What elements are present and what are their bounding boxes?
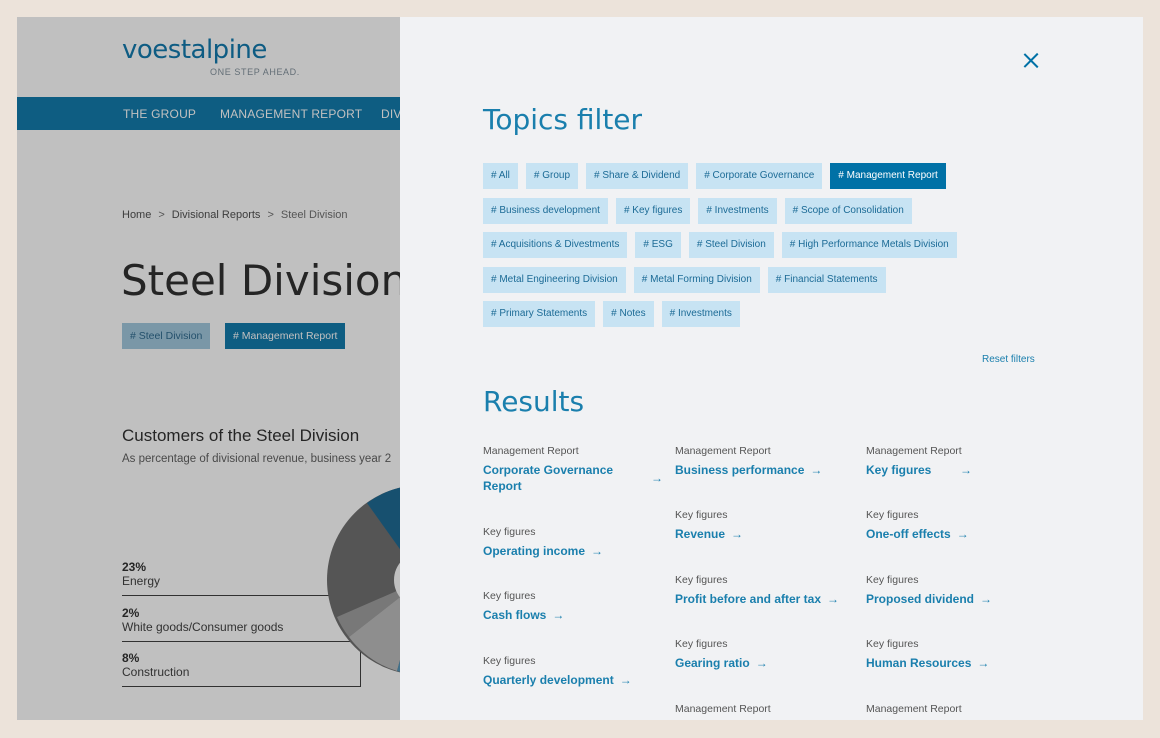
arrow-right-icon: → [810,463,823,477]
result-item: Key figures One-off effects → [866,509,1046,542]
result-link[interactable]: One-off effects → [866,526,1046,542]
tag-row: # Business development # Key figures # I… [483,197,1043,224]
topics-filter-title: Topics filter [483,103,643,136]
result-link[interactable]: Human Resources → [866,655,1046,671]
result-link[interactable]: Profit before and after tax → [675,591,855,607]
filter-tag-list: # All # Group # Share & Dividend # Corpo… [483,163,1043,336]
result-item: Management Report Business performance → [675,445,855,478]
result-link-text[interactable]: Revenue [675,526,725,542]
result-link-text[interactable]: Quarterly development [483,672,614,688]
result-item: Key figures Gearing ratio → [675,638,855,671]
tag-metal-forming-division[interactable]: # Metal Forming Division [633,266,760,293]
result-item: Key figures Quarterly development → [483,655,663,688]
result-item: Management Report Key figures → [866,445,972,478]
result-category: Management Report [675,703,771,715]
result-category: Key figures [483,526,536,538]
topics-filter-panel: Topics filter # All # Group # Share & Di… [400,17,1143,720]
result-category: Key figures [675,509,728,521]
arrow-right-icon: → [980,592,993,606]
tag-financial-statements[interactable]: # Financial Statements [767,266,886,293]
tag-notes[interactable]: # Notes [603,301,654,328]
arrow-right-icon: → [552,608,565,622]
tag-scope-of-consolidation[interactable]: # Scope of Consolidation [784,197,912,224]
result-link[interactable]: Corporate Governance Report → [483,462,663,494]
tag-investments-2[interactable]: # Investments [661,301,740,328]
result-link-text[interactable]: One-off effects [866,526,951,542]
result-link[interactable]: Cash flows → [483,607,663,623]
arrow-right-icon: → [755,656,768,670]
tag-row: # Primary Statements # Notes # Investmen… [483,301,1043,328]
result-link-text[interactable]: Profit before and after tax [675,591,821,607]
result-item: Key figures Cash flows → [483,590,663,623]
result-link[interactable]: Revenue → [675,526,855,542]
tag-row: # Metal Engineering Division # Metal For… [483,266,1043,293]
page-dim-overlay[interactable] [17,17,400,720]
result-category: Management Report [483,445,579,457]
result-link-text[interactable]: Gearing ratio [675,655,750,671]
result-item: Management Report [866,703,1046,715]
tag-primary-statements[interactable]: # Primary Statements [483,301,596,328]
result-category: Key figures [866,638,919,650]
result-item: Key figures Human Resources → [866,638,1046,671]
tag-management-report[interactable]: # Management Report [830,163,946,189]
result-category: Key figures [866,509,919,521]
result-category: Key figures [675,574,728,586]
tag-metal-engineering-division[interactable]: # Metal Engineering Division [483,266,626,293]
reset-filters-link[interactable]: Reset filters [982,354,1035,365]
result-link[interactable]: Business performance → [675,462,855,478]
tag-investments[interactable]: # Investments [698,197,777,224]
close-icon[interactable] [1020,50,1042,72]
result-link-text[interactable]: Business performance [675,462,804,478]
result-item: Key figures Profit before and after tax … [675,574,855,607]
result-category: Management Report [675,445,771,457]
result-link[interactable]: Quarterly development → [483,672,663,688]
result-item: Key figures Proposed dividend → [866,574,1046,607]
tag-acquisitions-divestments[interactable]: # Acquisitions & Divestments [483,232,628,259]
result-category: Key figures [866,574,919,586]
arrow-right-icon: → [619,673,632,687]
app-window: voestalpine ONE STEP AHEAD. THE GROUP MA… [17,17,1143,720]
tag-share-dividend[interactable]: # Share & Dividend [586,163,689,189]
result-link-text[interactable]: Proposed dividend [866,591,974,607]
result-link[interactable]: Key figures → [866,462,972,478]
tag-row: # Acquisitions & Divestments # ESG # Ste… [483,232,1043,259]
tag-group[interactable]: # Group [525,163,579,189]
result-link-text[interactable]: Cash flows [483,607,546,623]
tag-key-figures[interactable]: # Key figures [615,197,691,224]
result-link-text[interactable]: Key figures [866,462,931,478]
result-category: Management Report [866,703,962,715]
result-link[interactable]: Gearing ratio → [675,655,855,671]
result-item: Management Report [675,703,855,715]
result-item: Key figures Revenue → [675,509,855,542]
arrow-right-icon: → [956,527,969,541]
tag-row: # All # Group # Share & Dividend # Corpo… [483,163,1043,189]
result-category: Key figures [483,655,536,667]
result-category: Key figures [675,638,728,650]
arrow-right-icon: → [960,463,972,477]
result-item: Key figures Operating income → [483,526,663,559]
arrow-right-icon: → [977,656,990,670]
tag-steel-division[interactable]: # Steel Division [688,232,774,259]
result-link-text[interactable]: Human Resources [866,655,971,671]
result-link-text[interactable]: Operating income [483,543,585,559]
tag-esg[interactable]: # ESG [635,232,681,259]
tag-all[interactable]: # All [483,163,518,189]
tag-business-development[interactable]: # Business development [483,197,608,224]
arrow-right-icon: → [827,592,840,606]
tag-high-performance-metals-division[interactable]: # High Performance Metals Division [781,232,957,259]
arrow-right-icon: → [591,544,604,558]
results-title: Results [483,385,585,418]
arrow-right-icon: → [651,471,663,485]
result-link[interactable]: Operating income → [483,543,663,559]
result-category: Management Report [866,445,962,457]
result-item: Management Report Corporate Governance R… [483,445,663,494]
tag-corporate-governance[interactable]: # Corporate Governance [696,163,823,189]
result-link-text[interactable]: Corporate Governance Report [483,462,628,494]
result-link[interactable]: Proposed dividend → [866,591,1046,607]
arrow-right-icon: → [731,527,744,541]
result-category: Key figures [483,590,536,602]
